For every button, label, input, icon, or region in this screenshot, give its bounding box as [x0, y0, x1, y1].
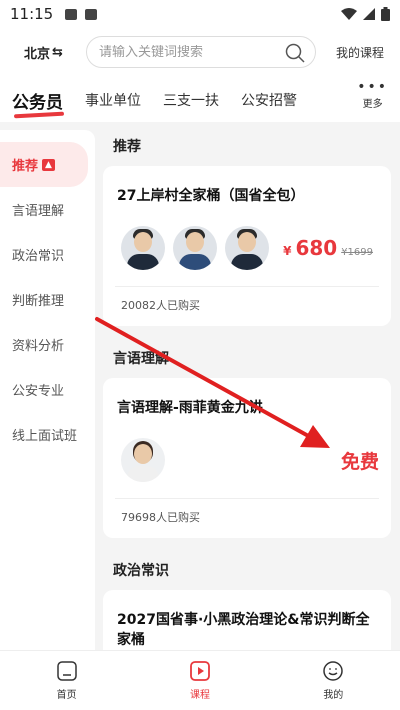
- search-bar[interactable]: [86, 36, 316, 68]
- status-time: 11:15: [10, 5, 54, 23]
- price: ¥ 680 ¥1699: [283, 236, 381, 260]
- nav-label: 课程: [189, 690, 210, 701]
- city-switch-icon: ⇆: [52, 44, 63, 60]
- course-card[interactable]: 27上岸村全家桶（国省全包） ¥ 680 ¥1699 20082人已购买: [103, 166, 391, 326]
- course-title: 言语理解-雨菲黄金九讲: [117, 400, 263, 416]
- city-name: 北京: [24, 46, 51, 62]
- category-tabs: 公务员 事业单位 三支一扶 公安招警 ••• 更多: [0, 80, 400, 120]
- more-button[interactable]: ••• 更多: [357, 79, 388, 110]
- course-title: 27上岸村全家桶（国省全包）: [117, 188, 305, 204]
- sidebar-item-reasoning[interactable]: 判断推理: [0, 277, 95, 322]
- price-symbol: ¥: [283, 244, 292, 258]
- buyer-count: 20082人已购买: [121, 299, 200, 312]
- free-label: 免费: [340, 450, 379, 473]
- app-notification-icon: [85, 8, 98, 20]
- nav-label: 首页: [56, 690, 77, 701]
- my-courses-link[interactable]: 我的课程: [336, 44, 384, 61]
- hot-icon: ▲: [42, 158, 56, 171]
- sidebar: 推荐 ▲ 言语理解 政治常识 判断推理 资料分析 公安专业 线上面试班: [0, 130, 95, 650]
- tab-police-recruitment[interactable]: 公安招警: [241, 90, 297, 110]
- current-price: 680: [295, 236, 338, 260]
- gallery-icon: [65, 8, 78, 20]
- teacher-avatar: [173, 226, 217, 270]
- sidebar-item-verbal[interactable]: 言语理解: [0, 187, 95, 232]
- smile-icon: [323, 661, 344, 681]
- main-area: 推荐 ▲ 言语理解 政治常识 判断推理 资料分析 公安专业 线上面试班 推荐 2…: [0, 122, 400, 650]
- course-list: 推荐 27上岸村全家桶（国省全包） ¥ 680 ¥1699 20082人已购买 …: [103, 122, 391, 650]
- course-title: 2027国省事·小黑政治理论&常识判断全家桶: [117, 612, 370, 648]
- search-icon[interactable]: [285, 43, 305, 63]
- sidebar-item-label: 推荐: [12, 159, 39, 174]
- search-input[interactable]: [99, 44, 279, 60]
- tab-public-institution[interactable]: 事业单位: [85, 90, 141, 110]
- more-icon: •••: [357, 79, 388, 95]
- home-icon: [56, 661, 77, 681]
- teacher-avatar: [225, 226, 269, 270]
- sidebar-item-police[interactable]: 公安专业: [0, 367, 95, 412]
- course-card[interactable]: 言语理解-雨菲黄金九讲 免费 79698人已购买: [103, 378, 391, 538]
- battery-icon: [381, 7, 390, 21]
- section-title: 政治常识: [113, 563, 169, 579]
- more-label: 更多: [362, 99, 383, 110]
- tab-three-supports[interactable]: 三支一扶: [163, 90, 219, 110]
- bottom-nav: 首页 课程 我的: [0, 650, 400, 710]
- tab-civil-servant[interactable]: 公务员: [12, 88, 63, 113]
- buyer-count: 79698人已购买: [121, 511, 200, 524]
- city-selector[interactable]: 北京 ⇆: [24, 43, 63, 62]
- signal-icon: [363, 8, 375, 20]
- sidebar-item-data-analysis[interactable]: 资料分析: [0, 322, 95, 367]
- section-title: 推荐: [113, 139, 141, 155]
- nav-label: 我的: [323, 690, 344, 701]
- sidebar-item-recommended[interactable]: 推荐 ▲: [0, 142, 88, 187]
- course-card[interactable]: 2027国省事·小黑政治理论&常识判断全家桶: [103, 590, 391, 650]
- header: 北京 ⇆ 我的课程: [0, 34, 400, 70]
- teacher-avatar: [121, 226, 165, 270]
- teacher-avatar: [121, 438, 165, 482]
- play-icon: [190, 661, 210, 681]
- nav-profile[interactable]: 我的: [267, 651, 400, 710]
- wifi-icon: [341, 8, 357, 20]
- nav-courses[interactable]: 课程: [133, 651, 266, 710]
- original-price: ¥1699: [341, 247, 373, 258]
- sidebar-item-politics[interactable]: 政治常识: [0, 232, 95, 277]
- sidebar-item-interview[interactable]: 线上面试班: [0, 412, 95, 457]
- nav-home[interactable]: 首页: [0, 651, 133, 710]
- status-bar: 11:15: [0, 0, 400, 28]
- section-title: 言语理解: [113, 351, 169, 367]
